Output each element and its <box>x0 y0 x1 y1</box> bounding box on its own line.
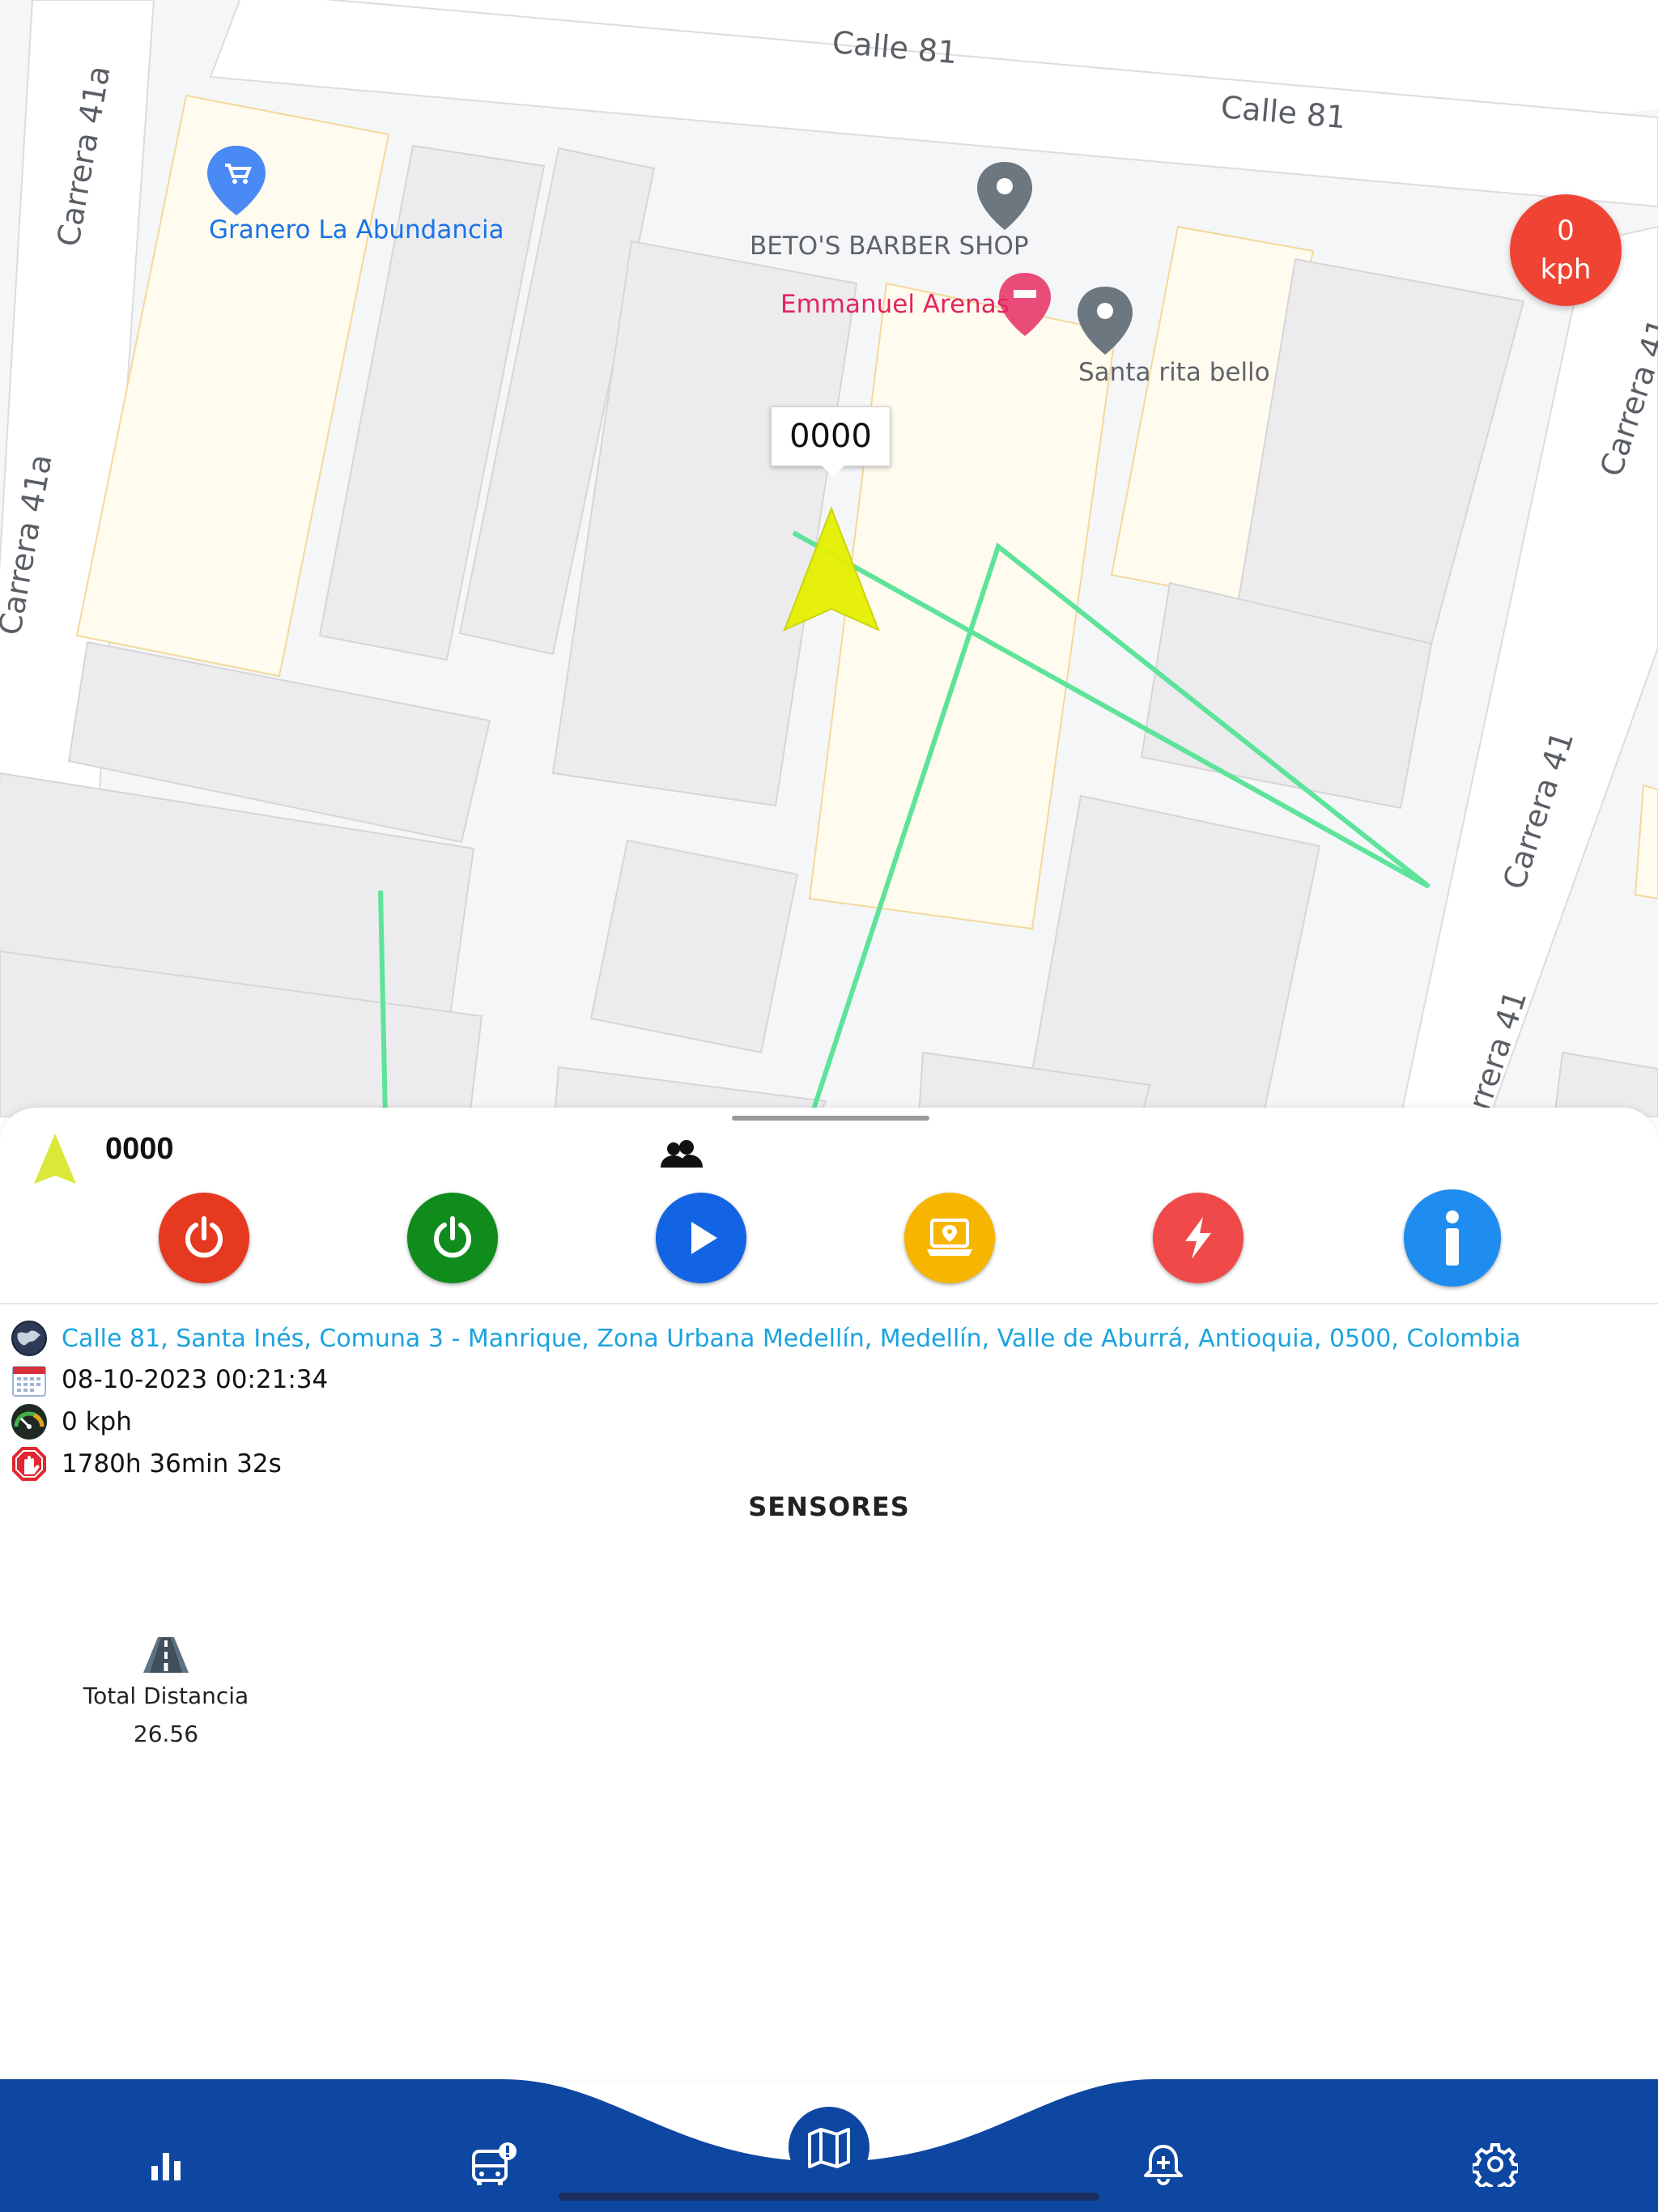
datetime-row: 08-10-2023 00:21:34 <box>10 1361 328 1398</box>
sensor-value: 26.56 <box>133 1721 199 1747</box>
sensor-total-distance[interactable]: Total Distancia 26.56 <box>49 1636 283 1747</box>
lightning-icon <box>1185 1217 1211 1259</box>
engine-off-button[interactable] <box>159 1193 249 1283</box>
vehicle-tooltip: 0000 <box>771 406 891 477</box>
sheet-drag-handle[interactable] <box>732 1116 929 1121</box>
map-view[interactable]: Calle 81 Calle 81 Carrera 41a Carrera 41… <box>0 0 1658 1117</box>
nav-stats[interactable] <box>130 2129 202 2202</box>
poi-label[interactable]: Emmanuel Arenas <box>780 290 1010 319</box>
datetime-text: 08-10-2023 00:21:34 <box>62 1365 329 1394</box>
poi-label[interactable]: Santa rita bello <box>1078 358 1270 387</box>
group-icon[interactable] <box>657 1138 706 1171</box>
speed-value: 0 <box>1557 215 1575 247</box>
vehicle-name: 0000 <box>105 1132 174 1166</box>
location-laptop-button[interactable] <box>904 1193 995 1283</box>
stop-time-row: 1780h 36min 32s <box>10 1445 282 1482</box>
play-icon <box>691 1222 717 1254</box>
stop-hand-icon <box>12 1447 46 1481</box>
speed-text: 0 kph <box>62 1407 132 1436</box>
road-icon <box>143 1637 189 1673</box>
stats-icon <box>151 2153 181 2180</box>
engine-on-button[interactable] <box>407 1193 498 1283</box>
sensors-title: SENSORES <box>748 1491 910 1522</box>
home-indicator <box>559 2193 1099 2201</box>
power-icon <box>185 1216 223 1258</box>
bottom-navigation <box>0 2073 1658 2212</box>
speed-badge: 0 kph <box>1510 194 1622 306</box>
settings-icon <box>1473 2143 1518 2187</box>
nav-map[interactable] <box>789 2107 869 2188</box>
speed-unit: kph <box>1540 253 1592 286</box>
info-button[interactable] <box>1404 1189 1501 1287</box>
map-canvas <box>0 0 1658 1117</box>
action-buttons <box>0 1189 1658 1298</box>
address-row: Calle 81, Santa Inés, Comuna 3 - Manriqu… <box>10 1320 1520 1357</box>
power-icon <box>434 1216 471 1258</box>
sensor-label: Total Distancia <box>83 1682 249 1709</box>
vehicle-arrow-icon <box>34 1134 76 1184</box>
speed-row: 0 kph <box>10 1403 132 1440</box>
speedometer-icon <box>11 1404 47 1440</box>
globe-icon <box>11 1321 47 1356</box>
address-text[interactable]: Calle 81, Santa Inés, Comuna 3 - Manriqu… <box>62 1325 1520 1353</box>
power-alert-button[interactable] <box>1153 1193 1244 1283</box>
stop-time-text: 1780h 36min 32s <box>62 1449 282 1478</box>
poi-label[interactable]: Granero La Abundancia <box>209 215 504 245</box>
laptop-location-icon <box>927 1219 972 1256</box>
nav-settings[interactable] <box>1459 2128 1532 2201</box>
map-icon <box>808 2128 850 2168</box>
poi-label[interactable]: BETO'S BARBER SHOP <box>750 232 1029 261</box>
bell-plus-icon <box>1144 2145 1183 2185</box>
divider <box>0 1303 1658 1304</box>
info-icon <box>1446 1210 1459 1266</box>
calendar-icon <box>12 1366 46 1397</box>
vehicle-detail-sheet: 0000 <box>0 1108 1658 2079</box>
nav-bus-alerts[interactable] <box>458 2128 531 2201</box>
nav-alerts-add[interactable] <box>1127 2128 1200 2201</box>
bus-alert-icon <box>472 2142 517 2185</box>
play-route-button[interactable] <box>656 1193 746 1283</box>
